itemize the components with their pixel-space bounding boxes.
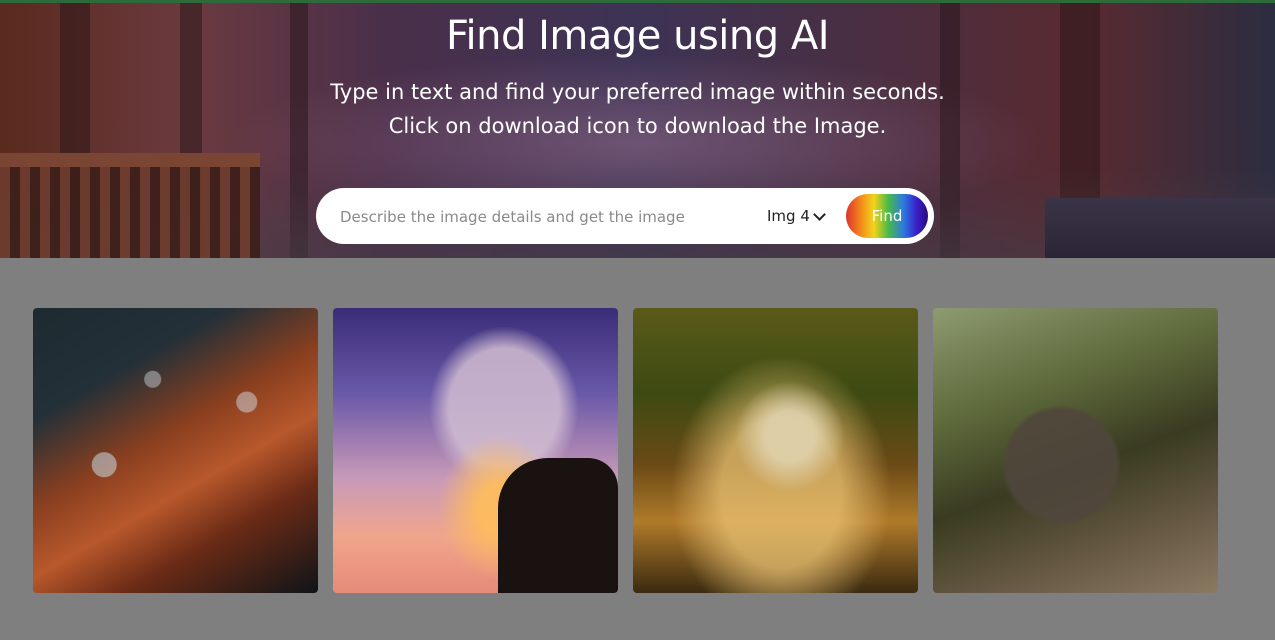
find-button[interactable]: Find [846, 194, 928, 238]
background-balustrade [0, 153, 260, 258]
result-image-card[interactable] [333, 308, 618, 593]
search-bar: Img 4 Find [316, 188, 934, 244]
result-image-card[interactable] [33, 308, 318, 593]
page-subtitle-secondary: Click on download icon to download the I… [388, 114, 887, 138]
background-steps [1045, 198, 1275, 258]
search-input[interactable] [338, 202, 742, 232]
page-title: Find Image using AI [445, 13, 830, 59]
hero-banner: Find Image using AI Type in text and fin… [0, 0, 1275, 258]
image-count-select[interactable]: Img 4 [767, 205, 826, 227]
page-subtitle: Type in text and find your preferred ima… [330, 80, 945, 104]
chevron-down-icon [813, 207, 826, 221]
result-image-card[interactable] [633, 308, 918, 593]
image-count-value: Img 4 [767, 207, 810, 225]
result-image-card[interactable] [933, 308, 1218, 593]
image-figure [498, 458, 618, 593]
